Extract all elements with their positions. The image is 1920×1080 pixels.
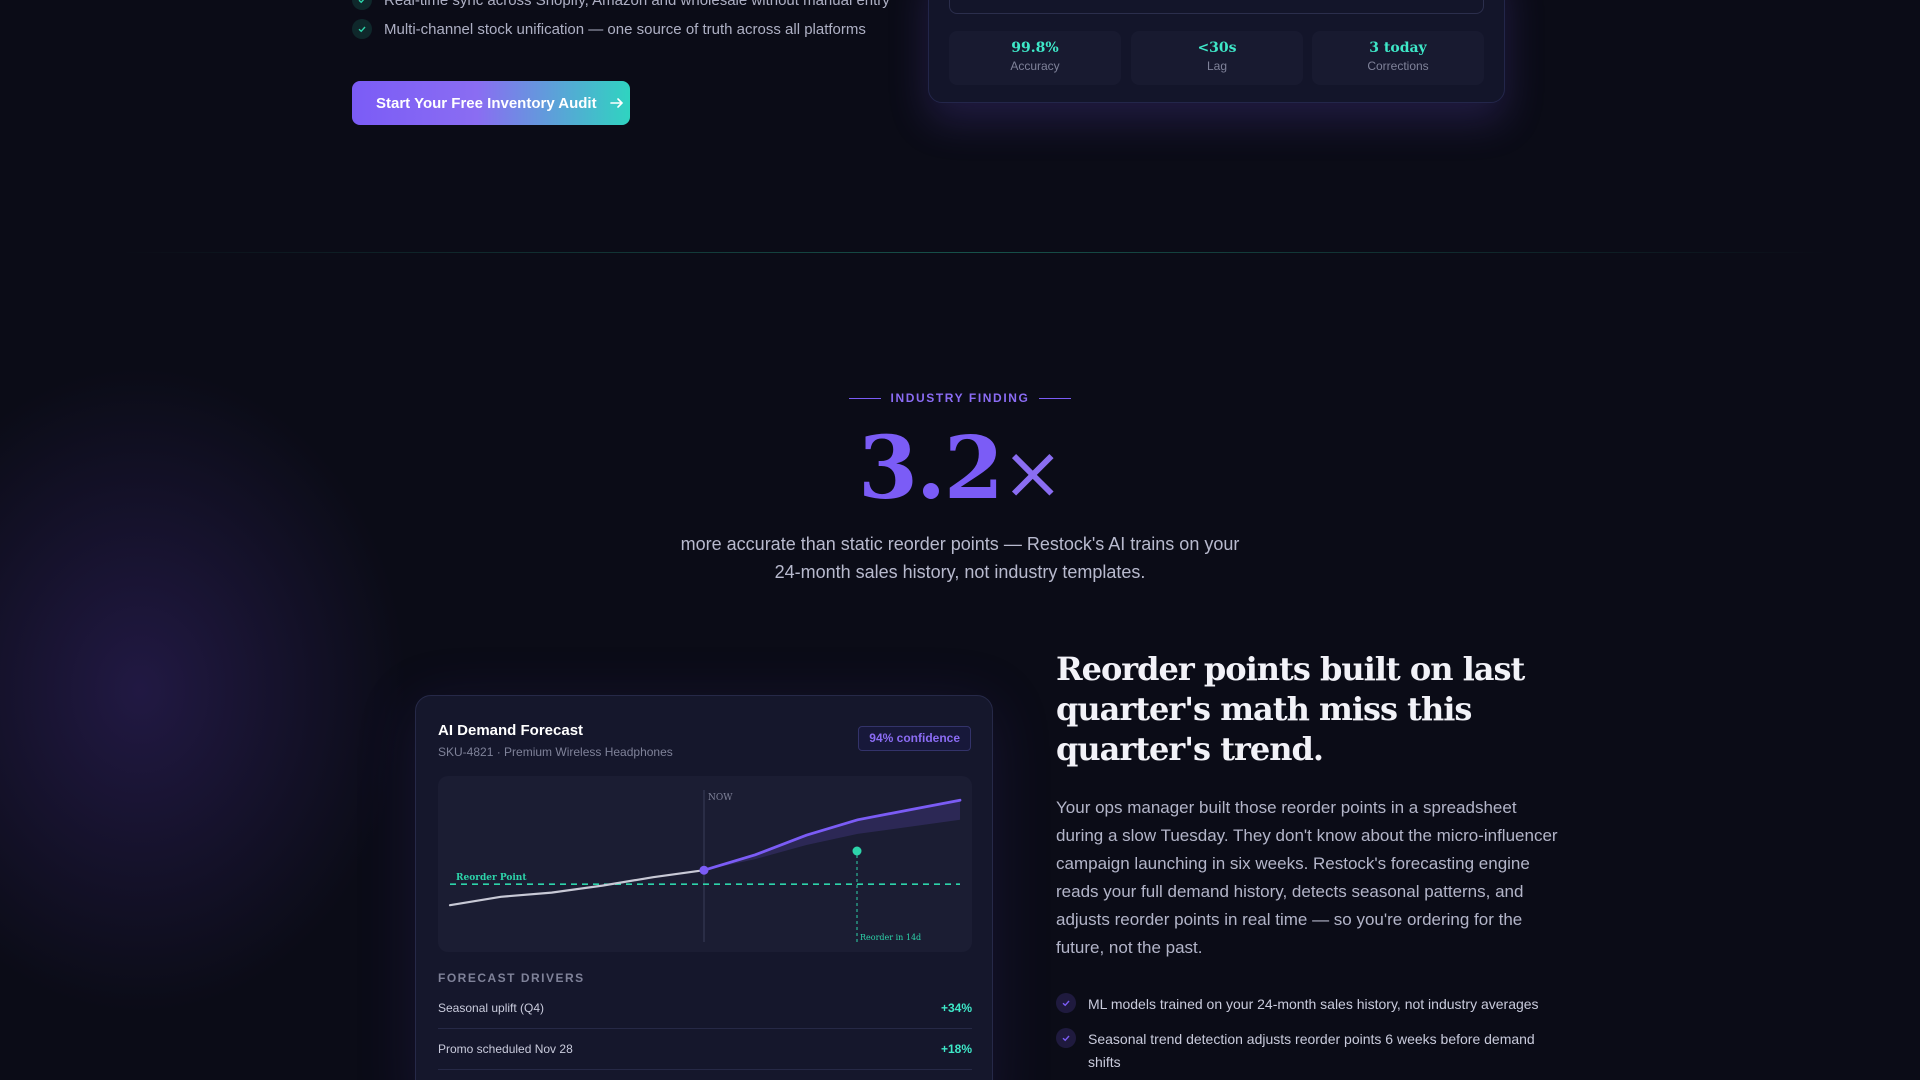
feature-text: Multi-channel stock unification — one so… <box>384 20 866 38</box>
forecast-title: AI Demand Forecast <box>438 722 584 739</box>
driver-row: Promo scheduled Nov 28 +18% <box>438 1029 972 1070</box>
check-icon <box>1056 1028 1076 1048</box>
finding-line: 24-month sales history, not industry tem… <box>774 562 1146 582</box>
stat-suffix: × <box>1001 430 1064 516</box>
now-point <box>699 865 709 875</box>
section-divider <box>120 252 1830 253</box>
finding-line: more accurate than static reorder points… <box>680 534 1240 554</box>
feature-item: Multi-channel stock unification — one so… <box>352 19 866 39</box>
card-field <box>949 0 1484 14</box>
section-body: Your ops manager built those reorder poi… <box>1056 798 1558 957</box>
driver-value: +18% <box>940 1042 972 1056</box>
stat-label: Lag <box>1206 59 1228 73</box>
stat-value: <30s <box>1197 40 1237 56</box>
benefit-item: ML models trained on your 24-month sales… <box>1056 993 1556 1016</box>
drivers-heading: FORECAST DRIVERS <box>438 971 585 985</box>
now-label: NOW <box>708 793 733 803</box>
driver-name: Promo scheduled Nov 28 <box>438 1042 573 1056</box>
stat-label: Corrections <box>1367 59 1429 73</box>
finding-stat: 3.2× <box>0 418 1920 519</box>
eyebrow-rule <box>1039 397 1072 399</box>
section-headline: Reorder points built on last quarter's m… <box>1056 650 1525 768</box>
finding-eyebrow: INDUSTRY FINDING <box>0 391 1920 405</box>
eyebrow-rule <box>848 397 881 399</box>
driver-value: +34% <box>940 1001 972 1015</box>
eyebrow-text: INDUSTRY FINDING <box>890 391 1030 405</box>
stat-value: 3 today <box>1369 40 1427 56</box>
reorder-point-label: Reorder Point <box>456 873 527 883</box>
cta-label: Start Your Free Inventory Audit <box>376 94 597 112</box>
arrow-right-icon <box>609 98 623 108</box>
forecast-chart-svg: NOW Reorder Point Reorder in 14d <box>448 790 962 942</box>
reorder-marker-point <box>852 846 862 856</box>
stat-corrections: 3 today Corrections <box>1312 31 1484 85</box>
driver-row: Seasonal uplift (Q4) +34% <box>438 988 972 1029</box>
confidence-badge: 94% confidence <box>858 726 971 751</box>
forecast-card: AI Demand Forecast SKU-4821 · Premium Wi… <box>415 695 993 1080</box>
check-icon <box>352 19 372 39</box>
stat-label: Accuracy <box>1010 59 1060 73</box>
check-icon <box>352 0 372 10</box>
forecast-subtitle: SKU-4821 · Premium Wireless Headphones <box>438 745 673 759</box>
benefit-item: Seasonal trend detection adjusts reorder… <box>1056 1028 1556 1074</box>
reorder-in-label: Reorder in 14d <box>860 933 921 942</box>
feature-text: Real-time sync across Shopify, Amazon an… <box>384 0 890 9</box>
sync-stats-card: 99.8% Accuracy <30s Lag 3 today Correcti… <box>928 0 1505 103</box>
feature-item: Real-time sync across Shopify, Amazon an… <box>352 0 890 10</box>
driver-name: Seasonal uplift (Q4) <box>438 1001 545 1015</box>
free-audit-button[interactable]: Start Your Free Inventory Audit <box>352 81 630 125</box>
benefit-text: ML models trained on your 24-month sales… <box>1088 996 1539 1012</box>
benefit-text: Seasonal trend detection adjusts reorder… <box>1088 1031 1535 1070</box>
forecast-chart: NOW Reorder Point Reorder in 14d <box>438 776 972 952</box>
stat-value: 99.8% <box>1011 40 1059 56</box>
page: Real-time sync across Shopify, Amazon an… <box>0 0 1920 1080</box>
stat-lag: <30s Lag <box>1131 31 1303 85</box>
stat-accuracy: 99.8% Accuracy <box>949 31 1121 85</box>
check-icon <box>1056 993 1076 1013</box>
stat-number: 3.2 <box>858 418 1004 519</box>
finding-description: more accurate than static reorder points… <box>660 530 1260 586</box>
